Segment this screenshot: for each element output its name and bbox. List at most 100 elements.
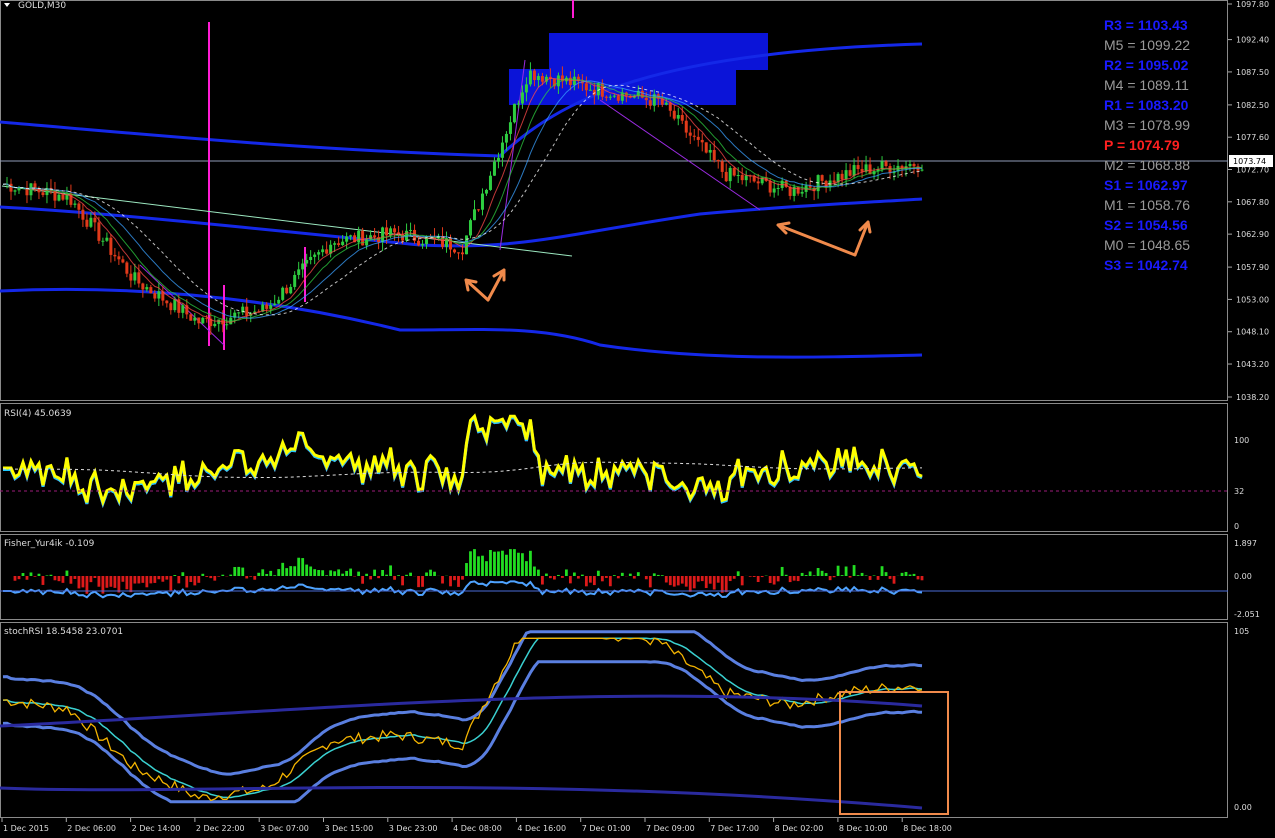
fisher-bar bbox=[345, 570, 349, 576]
fisher-bar bbox=[57, 576, 61, 582]
candle-body bbox=[341, 241, 345, 245]
candle-body bbox=[97, 222, 101, 241]
candle-body bbox=[692, 135, 696, 137]
fisher-bar bbox=[397, 575, 400, 576]
fisher-bar bbox=[129, 576, 133, 593]
fisher-bar bbox=[177, 576, 181, 584]
fisher-bar bbox=[828, 576, 832, 581]
fisher-bar bbox=[656, 574, 660, 576]
rsi-tick: 100 bbox=[1234, 436, 1249, 445]
time-tick: 2 Dec 14:00 bbox=[132, 824, 181, 833]
fisher-bar bbox=[221, 574, 225, 576]
candle-body bbox=[181, 305, 185, 313]
candle-body bbox=[516, 103, 520, 105]
price-tick: 1092.40 bbox=[1236, 36, 1269, 45]
fisher-bar bbox=[469, 551, 472, 576]
pivot-level-label: M2 = 1068.88 bbox=[1104, 157, 1190, 173]
fisher-bar bbox=[309, 566, 313, 576]
fisher-bar bbox=[293, 566, 297, 576]
fisher-bar bbox=[157, 576, 161, 580]
fisher-bar bbox=[277, 569, 281, 576]
fisher-bar bbox=[149, 576, 153, 584]
candle-body bbox=[237, 312, 241, 314]
fisher-bar bbox=[93, 576, 97, 578]
rsi-label: RSI(4) 45.0639 bbox=[4, 409, 72, 419]
time-tick: 2 Dec 22:00 bbox=[196, 824, 245, 833]
price-tick: 1067.80 bbox=[1236, 198, 1269, 207]
fisher-bar bbox=[808, 571, 812, 576]
fisher-bar bbox=[297, 557, 301, 576]
fisher-bar bbox=[740, 576, 744, 586]
candle-body bbox=[676, 115, 680, 119]
fisher-bar bbox=[892, 576, 896, 584]
fisher-bar bbox=[229, 574, 233, 576]
fisher-bar bbox=[513, 549, 516, 576]
candle-body bbox=[169, 303, 173, 311]
trading-chart[interactable]: GOLD,M30 RSI(4) 45.0639 Fisher_Yur4ik -0… bbox=[0, 0, 1275, 838]
candle-body bbox=[289, 286, 293, 294]
fisher-bar bbox=[720, 576, 724, 593]
fisher-bar bbox=[588, 576, 592, 583]
candle-body bbox=[41, 192, 45, 196]
fisher-bar bbox=[844, 566, 848, 576]
candle-body bbox=[409, 229, 413, 231]
fisher-bar bbox=[481, 555, 484, 576]
candle-body bbox=[688, 132, 692, 136]
candle-body bbox=[840, 173, 844, 180]
pivot-level-label: R1 = 1083.20 bbox=[1104, 97, 1189, 113]
pivot-level-label: S1 = 1062.97 bbox=[1104, 177, 1188, 193]
fisher-bar bbox=[121, 576, 125, 582]
candle-body bbox=[73, 203, 77, 205]
candle-body bbox=[464, 235, 468, 255]
fisher-bar bbox=[708, 576, 712, 584]
candle-body bbox=[281, 287, 285, 300]
fisher-bar bbox=[564, 569, 568, 576]
fisher-bar bbox=[493, 551, 496, 576]
candle-body bbox=[700, 139, 704, 143]
fisher-bar bbox=[305, 564, 309, 576]
candle-body bbox=[165, 300, 169, 304]
fisher-bar bbox=[824, 573, 828, 576]
fisher-bar bbox=[81, 576, 85, 588]
pivot-level-label: M3 = 1078.99 bbox=[1104, 117, 1190, 133]
candle-body bbox=[149, 287, 153, 294]
fisher-bar bbox=[265, 573, 269, 576]
fisher-bar bbox=[341, 573, 345, 576]
fisher-bar bbox=[405, 574, 408, 576]
fisher-bar bbox=[812, 575, 816, 576]
fisher-bar bbox=[776, 576, 780, 582]
fisher-bar bbox=[477, 556, 480, 576]
fisher-bar bbox=[261, 569, 265, 576]
candle-body bbox=[13, 190, 17, 192]
pivot-level-label: S3 = 1042.74 bbox=[1104, 257, 1188, 273]
fisher-bar bbox=[301, 558, 305, 576]
fisher-bar bbox=[13, 576, 17, 581]
fisher-bar bbox=[53, 576, 57, 581]
candle-body bbox=[29, 183, 33, 196]
candle-body bbox=[245, 306, 249, 316]
candle-body bbox=[189, 314, 193, 321]
fisher-bar bbox=[517, 552, 520, 576]
candle-body bbox=[421, 244, 425, 246]
fisher-bar bbox=[45, 575, 49, 576]
candle-body bbox=[285, 287, 289, 294]
fisher-bar bbox=[672, 576, 676, 587]
fisher-bar bbox=[453, 576, 456, 581]
candle-body bbox=[357, 230, 361, 243]
candle-body bbox=[520, 92, 524, 104]
candle-body bbox=[472, 209, 476, 221]
fisher-bar bbox=[760, 576, 764, 578]
candle-body bbox=[201, 317, 205, 324]
fisher-bar bbox=[197, 576, 201, 583]
candle-body bbox=[844, 170, 848, 180]
fisher-bar bbox=[109, 576, 113, 587]
fisher-bar bbox=[145, 576, 149, 588]
fisher-bar bbox=[560, 576, 564, 578]
pivot-level-label: M1 = 1058.76 bbox=[1104, 197, 1190, 213]
fisher-bar bbox=[888, 576, 892, 579]
fisher-bar bbox=[572, 572, 576, 576]
fisher-bar bbox=[521, 553, 524, 576]
time-tick: 8 Dec 10:00 bbox=[839, 824, 888, 833]
fisher-bar bbox=[153, 576, 157, 583]
fisher-bar bbox=[369, 576, 372, 580]
